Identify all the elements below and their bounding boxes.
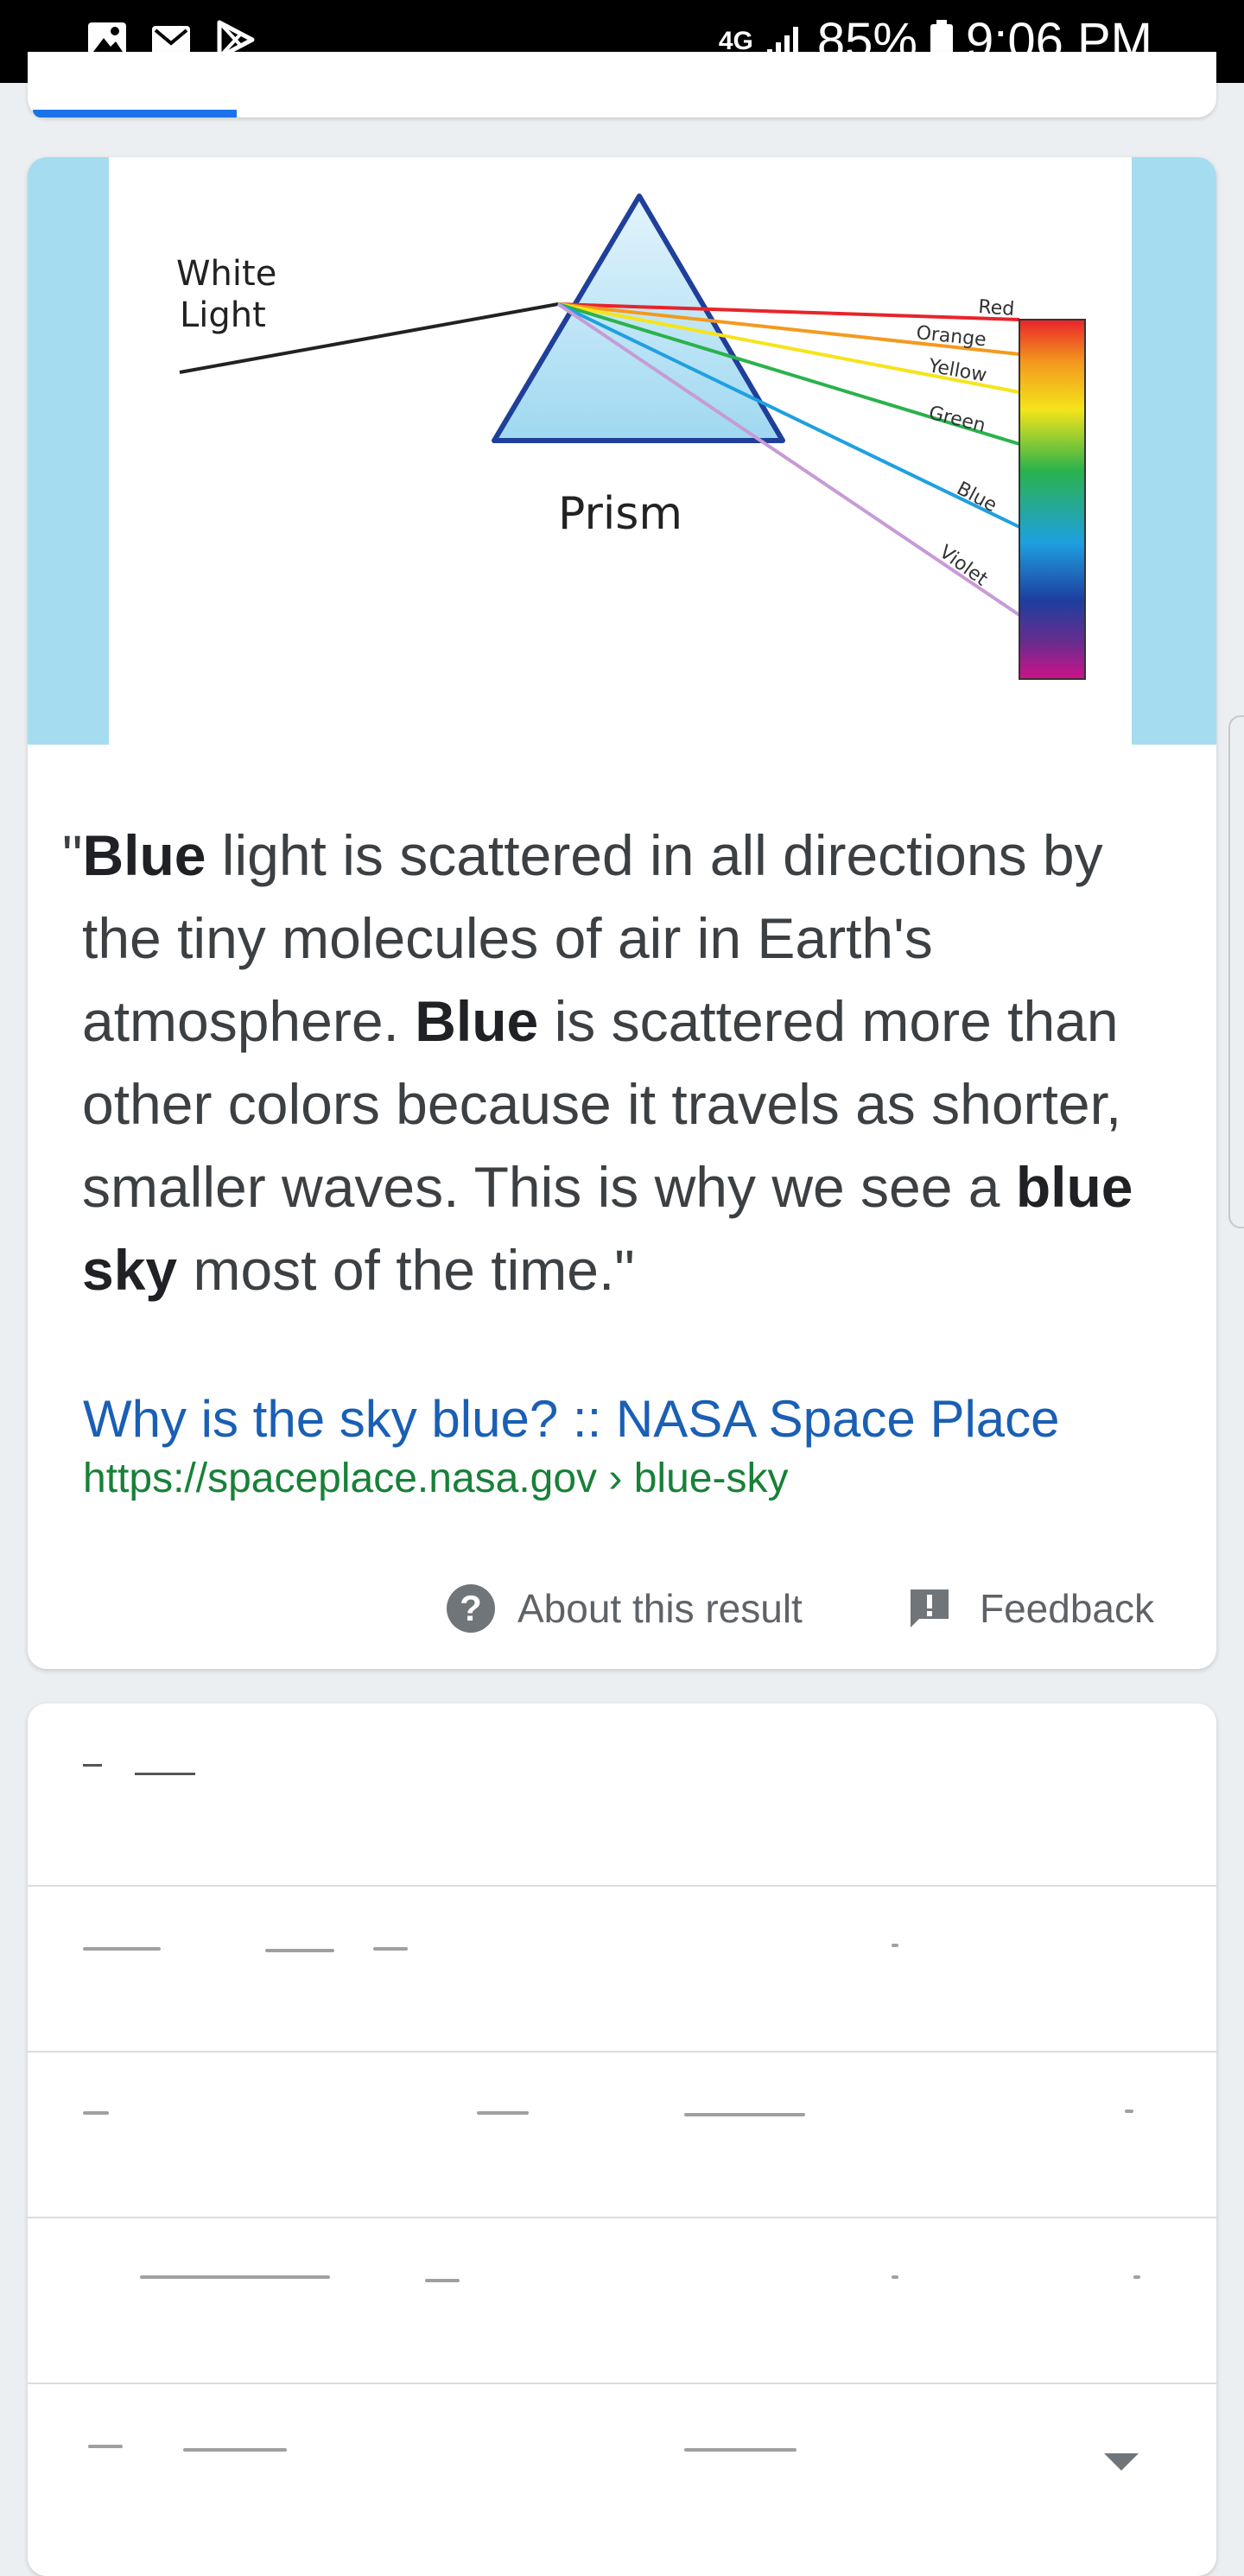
white-light-label-1: White	[176, 254, 276, 294]
snippet-footer: ? About this result Feedback	[28, 1584, 1216, 1653]
band-label-blue: Blue	[953, 478, 1000, 517]
previous-card	[28, 52, 1216, 117]
highlight-term: Blue	[415, 989, 539, 1053]
source-url[interactable]: https://spaceplace.nasa.gov › blue-sky	[83, 1455, 788, 1503]
snippet-text-3: most of the time."	[177, 1238, 635, 1302]
spectrum-bar	[1019, 319, 1086, 680]
scroll-handle[interactable]	[1228, 715, 1244, 1228]
feedback-label: Feedback	[980, 1586, 1155, 1631]
related-questions-heading	[83, 1764, 213, 1781]
related-questions-card	[28, 1704, 1216, 2576]
help-icon: ?	[447, 1584, 495, 1633]
band-label-red: Red	[978, 296, 1015, 320]
prism-diagram: White Light Prism Red Orange Yellow Gree…	[176, 194, 1086, 680]
about-this-result-button[interactable]: ? About this result	[447, 1584, 803, 1633]
highlight-term: Blue	[82, 823, 206, 887]
question-row[interactable]	[28, 2382, 1216, 2548]
active-tab-indicator	[33, 110, 237, 117]
chevron-down-icon[interactable]	[1104, 2453, 1139, 2471]
network-type: 4G	[718, 27, 753, 55]
question-row[interactable]	[28, 2217, 1216, 2382]
hero-image-container[interactable]: White Light Prism Red Orange Yellow Gree…	[28, 157, 1216, 745]
prism-label: Prism	[558, 488, 682, 540]
white-light-label-2: Light	[180, 295, 266, 335]
band-label-green: Green	[927, 403, 988, 437]
about-label: About this result	[517, 1586, 803, 1631]
feedback-button[interactable]: Feedback	[907, 1584, 1154, 1633]
source-link-title[interactable]: Why is the sky blue? :: NASA Space Place	[83, 1388, 1060, 1450]
snippet-quote: "Blue light is scattered in all directio…	[62, 814, 1196, 1311]
question-row[interactable]	[28, 2051, 1216, 2217]
feedback-icon	[911, 1589, 949, 1627]
question-row[interactable]	[28, 1885, 1216, 2051]
quote-open-mark: "	[62, 823, 83, 887]
band-label-orange: Orange	[915, 322, 987, 351]
featured-snippet-card: White Light Prism Red Orange Yellow Gree…	[28, 157, 1216, 1669]
prism-diagram-image[interactable]: White Light Prism Red Orange Yellow Gree…	[109, 157, 1132, 745]
